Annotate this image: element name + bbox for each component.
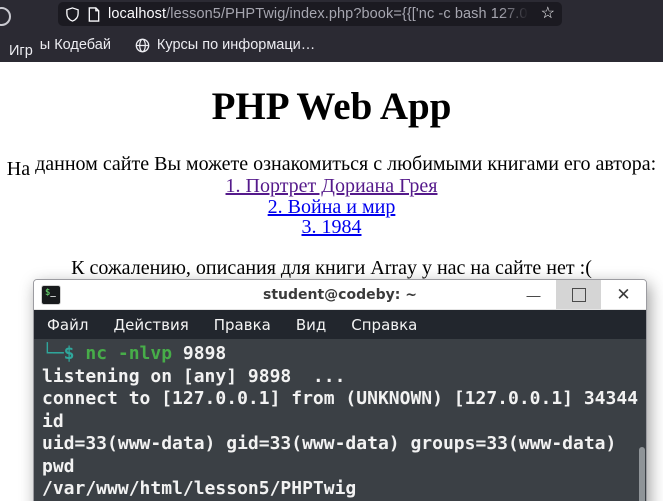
terminal-output-line: connect to [127.0.0.1] from (UNKNOWN) [1… <box>42 388 639 409</box>
terminal-output-line: uid=33(www-data) gid=33(www-data) groups… <box>42 433 617 454</box>
maximize-button[interactable] <box>556 280 601 309</box>
url-fade-overlay <box>499 6 534 22</box>
intro-text-tail: данном сайте Вы можете ознакомиться с лю… <box>30 153 657 175</box>
intro-text: На данном сайте Вы можете ознакомиться с… <box>0 153 663 180</box>
bookmark-label-head: Игр <box>9 43 33 59</box>
book-links: 1. Портрет Дориана Грея 2. Война и мир 3… <box>0 176 663 238</box>
menu-help[interactable]: Справка <box>351 316 417 334</box>
book-link-2[interactable]: 2. Война и мир <box>0 196 663 218</box>
bookmark-item-courses[interactable]: Курсы по информаци… <box>135 37 315 53</box>
menu-edit[interactable]: Правка <box>214 316 271 334</box>
screenshot-frame: localhost/lesson5/PHPTwig/index.php?book… <box>0 0 663 501</box>
close-icon: ✕ <box>616 284 631 304</box>
page-icon[interactable] <box>87 6 101 22</box>
url-text[interactable]: localhost/lesson5/PHPTwig/index.php?book… <box>108 6 534 22</box>
terminal-output-line: id <box>42 410 64 432</box>
terminal-output-line: /var/www/html/lesson5/PHPTwig <box>42 478 357 499</box>
terminal-icon-underscore: _ <box>50 287 56 298</box>
url-bar[interactable]: localhost/lesson5/PHPTwig/index.php?book… <box>58 2 562 26</box>
window-buttons: — ✕ <box>511 280 646 309</box>
notice-text: К сожалению, описания для книги Array у … <box>71 256 592 279</box>
terminal-menubar: Файл Действия Правка Вид Справка <box>34 310 646 339</box>
shell-prompt: └─$ <box>42 343 86 364</box>
clipped-toolbar-icon <box>0 7 11 26</box>
page-title: PHP Web App <box>211 85 452 128</box>
bookmarks-bar: Игр ы Кодебай Курсы по информаци… <box>0 28 663 62</box>
intro-text-head: На <box>6 158 31 180</box>
terminal-scrollbar-thumb[interactable] <box>639 447 645 501</box>
terminal-app-icon: $ _ <box>41 284 61 305</box>
shield-icon[interactable] <box>65 6 80 22</box>
close-button[interactable]: ✕ <box>601 280 646 309</box>
bookmark-item-games[interactable]: Игр ы Кодебай <box>9 37 111 59</box>
terminal-output-line: listening on [any] 9898 ... <box>42 365 346 387</box>
menu-file[interactable]: Файл <box>47 316 88 334</box>
url-host: localhost <box>108 6 167 22</box>
shell-command-arg: 9898 <box>172 343 227 364</box>
browser-chrome: localhost/lesson5/PHPTwig/index.php?book… <box>0 0 663 62</box>
globe-icon <box>135 38 150 52</box>
bookmark-label: Курсы по информаци… <box>156 37 316 53</box>
menu-view[interactable]: Вид <box>296 316 326 334</box>
terminal-prompt-line: └─$ nc -nlvp 9898 <box>42 343 646 366</box>
shell-command: nc -nlvp <box>85 343 173 364</box>
terminal-titlebar[interactable]: student@codeby: ~ $ _ — ✕ <box>34 280 646 310</box>
terminal-window: student@codeby: ~ $ _ — ✕ Файл Действия П… <box>33 279 647 501</box>
minimize-icon: — <box>526 286 541 303</box>
bookmark-label-tail: ы Кодебай <box>39 37 111 53</box>
terminal-body[interactable]: └─$ nc -nlvp 9898 listening on [any] 989… <box>34 339 646 501</box>
browser-toolbar: localhost/lesson5/PHPTwig/index.php?book… <box>0 0 663 28</box>
book-link-3[interactable]: 3. 1984 <box>0 217 663 238</box>
url-path: /lesson5/PHPTwig/index.php?book={{['nc -… <box>166 6 534 22</box>
book-link-1[interactable]: 1. Портрет Дориана Грея <box>0 176 663 197</box>
maximize-icon <box>571 287 586 302</box>
terminal-output-line: pwd <box>42 455 75 477</box>
minimize-button[interactable]: — <box>511 280 556 309</box>
bookmark-star-icon[interactable]: ☆ <box>541 6 555 22</box>
menu-actions[interactable]: Действия <box>113 316 188 334</box>
